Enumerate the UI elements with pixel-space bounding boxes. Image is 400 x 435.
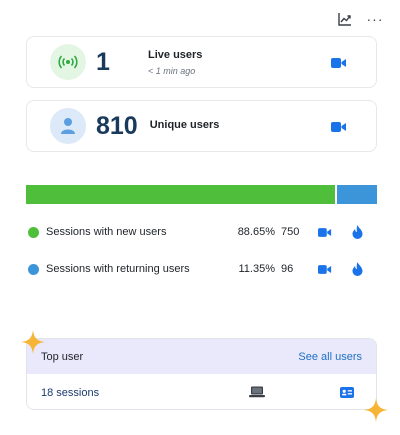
- more-horizontal-icon[interactable]: ···: [366, 10, 384, 28]
- legend-count: 96: [281, 263, 294, 275]
- live-users-card: 1 Live users < 1 min ago: [26, 36, 377, 88]
- video-camera-icon[interactable]: [309, 264, 341, 275]
- user-icon: [50, 108, 86, 144]
- video-camera-icon[interactable]: [331, 56, 347, 68]
- toolbar: ···: [336, 10, 384, 28]
- top-user-title: Top user: [41, 350, 84, 363]
- live-users-label: Live users: [148, 48, 203, 61]
- returning-users-segment: [337, 185, 377, 204]
- blue-dot-icon: [28, 263, 39, 275]
- legend-row-returning-users: Sessions with returning users 11.35% 96: [28, 260, 373, 278]
- sessions-ratio-bar: [26, 185, 377, 204]
- live-users-timestamp: < 1 min ago: [148, 65, 196, 76]
- top-user-card: Top user See all users 18 sessions: [26, 338, 377, 410]
- top-user-header: Top user See all users: [27, 339, 376, 374]
- video-camera-icon[interactable]: [309, 227, 341, 238]
- sparkle-icon: [364, 398, 388, 422]
- unique-users-label: Unique users: [149, 119, 220, 131]
- green-dot-icon: [28, 226, 39, 238]
- legend-name: Sessions with new users: [46, 226, 167, 238]
- legend-percent: 88.65%: [237, 226, 275, 238]
- legend-name: Sessions with returning users: [46, 263, 190, 275]
- top-user-row[interactable]: 18 sessions: [27, 374, 376, 409]
- flame-icon[interactable]: [341, 225, 373, 239]
- new-users-segment: [26, 185, 335, 204]
- legend-row-new-users: Sessions with new users 88.65% 750: [28, 223, 373, 241]
- unique-users-value: 810: [96, 111, 138, 140]
- sparkle-icon: [21, 330, 45, 354]
- unique-users-card: 810 Unique users: [26, 100, 377, 152]
- laptop-icon[interactable]: [249, 386, 265, 401]
- top-user-sessions: 18 sessions: [41, 386, 100, 399]
- legend-percent: 11.35%: [238, 263, 276, 275]
- flame-icon[interactable]: [341, 262, 373, 276]
- id-card-icon[interactable]: [340, 387, 354, 401]
- live-signal-icon: [50, 44, 86, 80]
- live-users-value: 1: [96, 47, 110, 76]
- video-camera-icon[interactable]: [331, 120, 347, 132]
- legend-count: 750: [281, 226, 300, 238]
- see-all-users-link[interactable]: See all users: [298, 351, 362, 363]
- trend-chart-icon[interactable]: [336, 10, 354, 28]
